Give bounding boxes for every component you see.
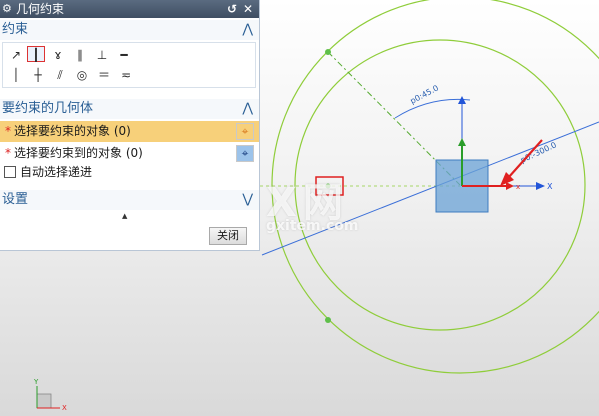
geometric-constraints-dialog: ⚙ 几何约束 ↺ ✕ 约束 ⋀ ↗ ┃ ɤ ∥ ⊥ ━ │ ┼ ⫽ ◎ ＝ ≂ … xyxy=(0,0,260,251)
auto-select-label: 自动选择递进 xyxy=(20,165,93,179)
annotation-arrow-line xyxy=(507,139,543,179)
collapse-pin-icon[interactable]: ▲ xyxy=(122,212,127,220)
required-marker: * xyxy=(5,146,11,160)
watermark-site: gxitem.com xyxy=(266,218,359,234)
view-triad-cube xyxy=(36,393,52,409)
dialog-titlebar: ⚙ 几何约束 ↺ ✕ xyxy=(0,0,259,18)
reset-icon[interactable]: ↺ xyxy=(225,0,239,18)
x-axis-label: X xyxy=(547,182,553,191)
crosshair-icon[interactable]: ⌖ xyxy=(236,145,254,162)
radius-dimension-arc xyxy=(394,98,471,119)
close-button[interactable]: 关闭 xyxy=(209,227,247,245)
vertical-icon[interactable]: │ xyxy=(7,67,25,83)
concentric-icon[interactable]: ◎ xyxy=(73,67,91,83)
coincident-icon[interactable]: ↗ xyxy=(7,47,25,63)
geometry-section-header[interactable]: 要约束的几何体 ⋀ xyxy=(0,99,259,119)
horizontal-icon[interactable]: ━ xyxy=(115,47,133,63)
circle-center-point[interactable] xyxy=(325,49,331,55)
tangent-icon[interactable]: ɤ xyxy=(49,47,67,63)
equal-radius-icon[interactable]: ≂ xyxy=(117,67,135,83)
triad-x-label: X xyxy=(62,404,67,412)
auto-select-row[interactable]: 自动选择递进 xyxy=(0,162,259,183)
z-axis-green-arrow xyxy=(458,138,466,146)
gear-icon: ⚙ xyxy=(2,2,12,15)
radius-dimension-label: p0:45.0 xyxy=(409,83,440,105)
chevron-up-icon[interactable]: ⋀ xyxy=(242,20,253,40)
geometry-section-title: 要约束的几何体 xyxy=(2,101,94,116)
select-object-row[interactable]: * 选择要约束的对象 (0) ⌖ xyxy=(0,121,259,142)
settings-section-header[interactable]: 设置 ⋁ xyxy=(0,190,259,210)
x-axis-arrow xyxy=(536,182,545,190)
select-target-row[interactable]: * 选择要约束到的对象 (0) ⌖ xyxy=(0,143,259,164)
select-object-label: 选择要约束的对象 (0) xyxy=(14,124,131,138)
midpoint-icon[interactable]: ┼ xyxy=(29,67,47,83)
constraints-section-title: 约束 xyxy=(2,22,29,37)
chevron-up-icon[interactable]: ⋀ xyxy=(242,99,253,119)
perpendicular-icon[interactable]: ⊥ xyxy=(93,47,111,63)
select-target-label: 选择要约束到的对象 (0) xyxy=(14,146,143,160)
crosshair-icon[interactable]: ⌖ xyxy=(236,123,254,140)
dialog-title: 几何约束 xyxy=(16,2,65,16)
triad-y-label: Y xyxy=(33,378,39,386)
circle-quadrant-point[interactable] xyxy=(325,317,331,323)
settings-section-title: 设置 xyxy=(2,192,29,207)
x-axis-red-arrow xyxy=(506,182,514,190)
x-axis-red-label: x xyxy=(516,183,520,191)
collinear-icon[interactable]: ⫽ xyxy=(51,67,69,83)
constraints-section-header[interactable]: 约束 ⋀ xyxy=(0,20,259,40)
constraint-icon-panel: ↗ ┃ ɤ ∥ ⊥ ━ │ ┼ ⫽ ◎ ＝ ≂ xyxy=(2,42,256,88)
close-icon[interactable]: ✕ xyxy=(241,0,255,18)
chevron-down-icon[interactable]: ⋁ xyxy=(242,190,253,210)
auto-select-checkbox[interactable] xyxy=(4,166,16,178)
parallel-icon[interactable]: ∥ xyxy=(71,47,89,63)
equal-length-icon[interactable]: ＝ xyxy=(95,67,113,83)
required-marker: * xyxy=(5,124,11,138)
point-on-curve-icon[interactable]: ┃ xyxy=(27,46,45,62)
